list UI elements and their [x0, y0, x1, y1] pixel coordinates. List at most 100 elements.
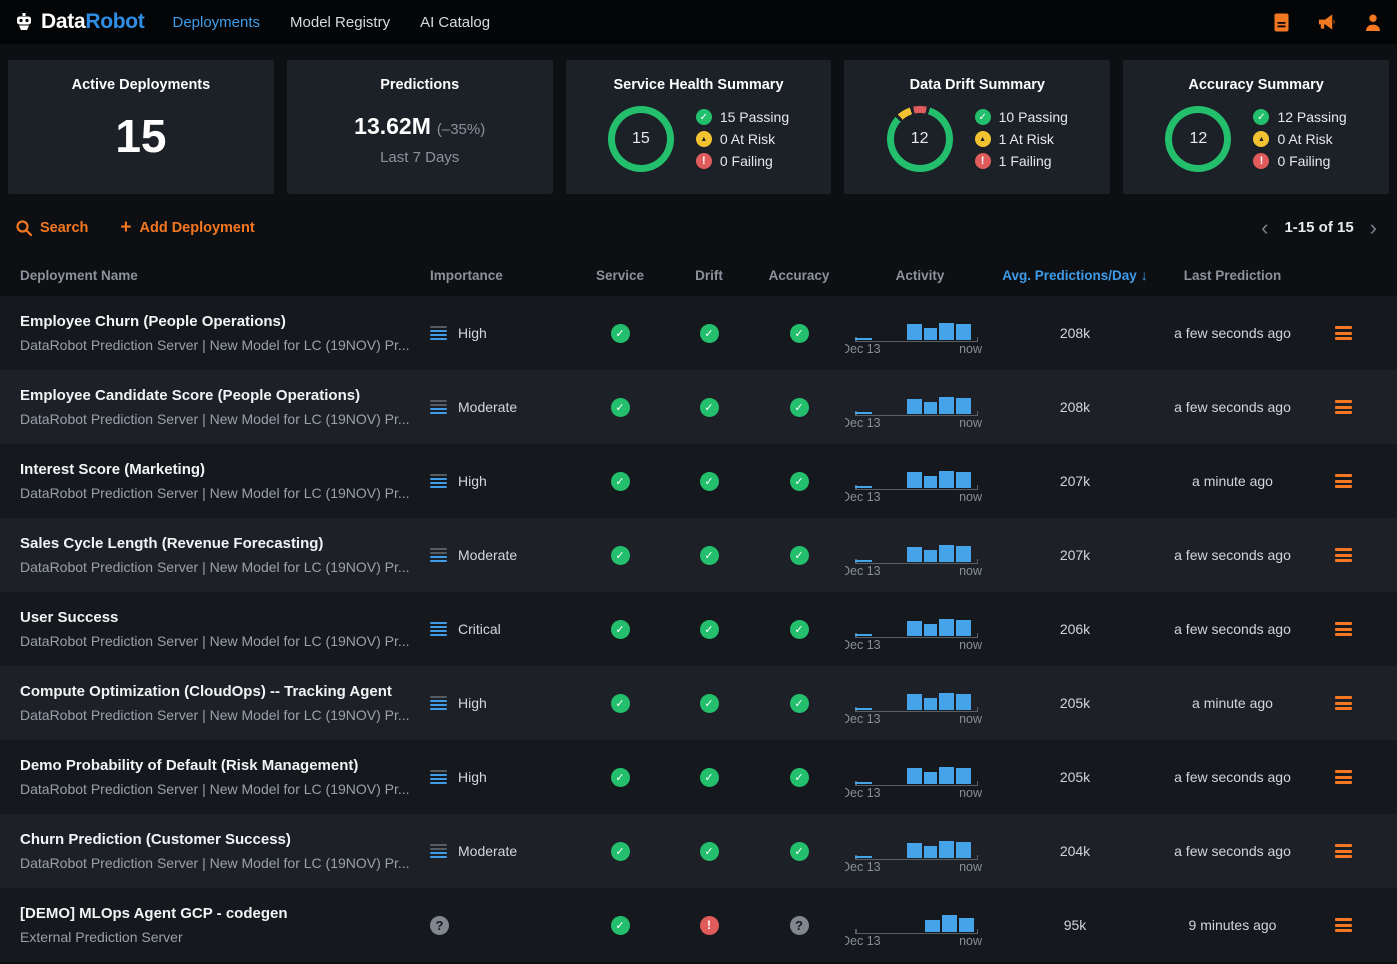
sparkline-bar: [924, 624, 937, 636]
sparkline-bar: [924, 328, 937, 340]
nav-item-model-registry[interactable]: Model Registry: [290, 14, 390, 31]
sparkline-bar: [907, 621, 922, 636]
deployment-subtitle: DataRobot Prediction Server | New Model …: [20, 337, 430, 353]
column-header-importance[interactable]: Importance: [430, 268, 575, 283]
cell-activity: Dec 13 now: [845, 384, 995, 430]
next-page-chevron-icon[interactable]: ›: [1370, 220, 1377, 236]
table-row[interactable]: Sales Cycle Length (Revenue Forecasting)…: [0, 518, 1397, 592]
cell-drift: ✓: [665, 842, 753, 861]
table-row[interactable]: Compute Optimization (CloudOps) -- Track…: [0, 666, 1397, 740]
cell-drift: ✓: [665, 620, 753, 639]
nav-item-ai-catalog[interactable]: AI Catalog: [420, 14, 490, 31]
accuracy-status-icon: ✓: [790, 472, 809, 491]
table-row[interactable]: Demo Probability of Default (Risk Manage…: [0, 740, 1397, 814]
column-header-drift[interactable]: Drift: [665, 268, 753, 283]
importance-level-icon: [430, 548, 447, 563]
column-header-deployment-name[interactable]: Deployment Name: [20, 268, 430, 283]
service-status-icon: ✓: [611, 916, 630, 935]
cell-deployment-name: [DEMO] MLOps Agent GCP - codegen Externa…: [20, 905, 430, 945]
service-status-icon: ✓: [611, 842, 630, 861]
deployment-subtitle: DataRobot Prediction Server | New Model …: [20, 485, 430, 501]
table-row[interactable]: [DEMO] MLOps Agent GCP - codegen Externa…: [0, 888, 1397, 962]
table-row[interactable]: Interest Score (Marketing) DataRobot Pre…: [0, 444, 1397, 518]
deployment-name: User Success: [20, 609, 430, 626]
row-menu-icon[interactable]: [1335, 696, 1352, 710]
cell-avg-predictions: 206k: [995, 621, 1155, 637]
column-header-activity[interactable]: Activity: [845, 268, 995, 283]
active-deployments-count: 15: [8, 109, 274, 163]
service-status-icon: ✓: [611, 694, 630, 713]
docs-icon[interactable]: [1271, 12, 1291, 32]
passing-check-icon: ✓: [696, 109, 712, 125]
deployment-name: Demo Probability of Default (Risk Manage…: [20, 757, 430, 774]
cell-importance: ? High: [430, 695, 575, 711]
megaphone-icon[interactable]: [1317, 12, 1337, 32]
sparkline-bar: [956, 694, 971, 710]
sparkline-bar: [956, 768, 971, 784]
legend-at-risk: 0 At Risk: [720, 131, 775, 147]
accuracy-status-icon: ?: [790, 916, 809, 935]
data-drift-donut: 12: [887, 106, 953, 172]
column-header-avg-predictions[interactable]: Avg. Predictions/Day↓: [995, 267, 1155, 283]
row-menu-icon[interactable]: [1335, 400, 1352, 414]
pagination: ‹ 1-15 of 15 ›: [1261, 219, 1381, 236]
row-menu-icon[interactable]: [1335, 326, 1352, 340]
sparkline-end-label: now: [959, 342, 982, 356]
importance-label: High: [458, 325, 487, 341]
column-header-service[interactable]: Service: [575, 268, 665, 283]
deployment-name: Churn Prediction (Customer Success): [20, 831, 430, 848]
table-row[interactable]: User Success DataRobot Prediction Server…: [0, 592, 1397, 666]
legend-failing: 1 Failing: [999, 153, 1052, 169]
row-menu-icon[interactable]: [1335, 474, 1352, 488]
user-icon[interactable]: [1363, 12, 1383, 32]
sparkline-start-label: Dec 13: [845, 638, 881, 652]
column-header-accuracy[interactable]: Accuracy: [753, 268, 845, 283]
deployment-name: Sales Cycle Length (Revenue Forecasting): [20, 535, 430, 552]
cell-deployment-name: Employee Candidate Score (People Operati…: [20, 387, 430, 427]
drift-status-icon: ✓: [700, 546, 719, 565]
donut-total: 12: [911, 130, 929, 148]
cell-actions: [1310, 400, 1377, 414]
row-menu-icon[interactable]: [1335, 844, 1352, 858]
legend-failing: 0 Failing: [720, 153, 773, 169]
cell-service: ✓: [575, 916, 665, 935]
add-deployment-button[interactable]: + Add Deployment: [120, 220, 254, 236]
card-service-health-summary: Service Health Summary 15 ✓15 Passing ▲0…: [566, 60, 832, 194]
sparkline-bar: [907, 472, 922, 488]
datarobot-logo[interactable]: DataRobot: [14, 10, 144, 34]
sparkline-bar: [855, 856, 872, 858]
sparkline-bar: [855, 634, 872, 636]
drift-status-icon: ✓: [700, 694, 719, 713]
cell-activity: Dec 13 now: [845, 606, 995, 652]
column-header-last-prediction[interactable]: Last Prediction: [1155, 268, 1310, 283]
row-menu-icon[interactable]: [1335, 770, 1352, 784]
row-menu-icon[interactable]: [1335, 622, 1352, 636]
sparkline-bar: [939, 397, 954, 414]
table-row[interactable]: Employee Churn (People Operations) DataR…: [0, 296, 1397, 370]
predictions-delta: (–35%): [437, 121, 485, 138]
importance-label: High: [458, 695, 487, 711]
plus-icon: +: [120, 221, 131, 235]
cell-actions: [1310, 622, 1377, 636]
sparkline-bar: [939, 841, 954, 858]
cell-activity: Dec 13 now: [845, 828, 995, 874]
cell-accuracy: ✓: [753, 620, 845, 639]
deployment-name: [DEMO] MLOps Agent GCP - codegen: [20, 905, 430, 922]
sparkline-bar: [924, 846, 937, 858]
nav-item-deployments[interactable]: Deployments: [172, 14, 260, 31]
sparkline-bar: [956, 620, 971, 636]
table-row[interactable]: Employee Candidate Score (People Operati…: [0, 370, 1397, 444]
sparkline-bar: [925, 920, 940, 932]
prev-page-chevron-icon[interactable]: ‹: [1261, 220, 1268, 236]
sparkline-bar: [956, 546, 971, 562]
search-button[interactable]: Search: [16, 220, 88, 236]
table-row[interactable]: Churn Prediction (Customer Success) Data…: [0, 814, 1397, 888]
sparkline-bar: [924, 698, 937, 710]
cell-activity: Dec 13 now: [845, 458, 995, 504]
sparkline-bar: [855, 338, 872, 340]
row-menu-icon[interactable]: [1335, 918, 1352, 932]
service-status-icon: ✓: [611, 620, 630, 639]
row-menu-icon[interactable]: [1335, 548, 1352, 562]
cell-importance: ? High: [430, 473, 575, 489]
accuracy-status-icon: ✓: [790, 546, 809, 565]
